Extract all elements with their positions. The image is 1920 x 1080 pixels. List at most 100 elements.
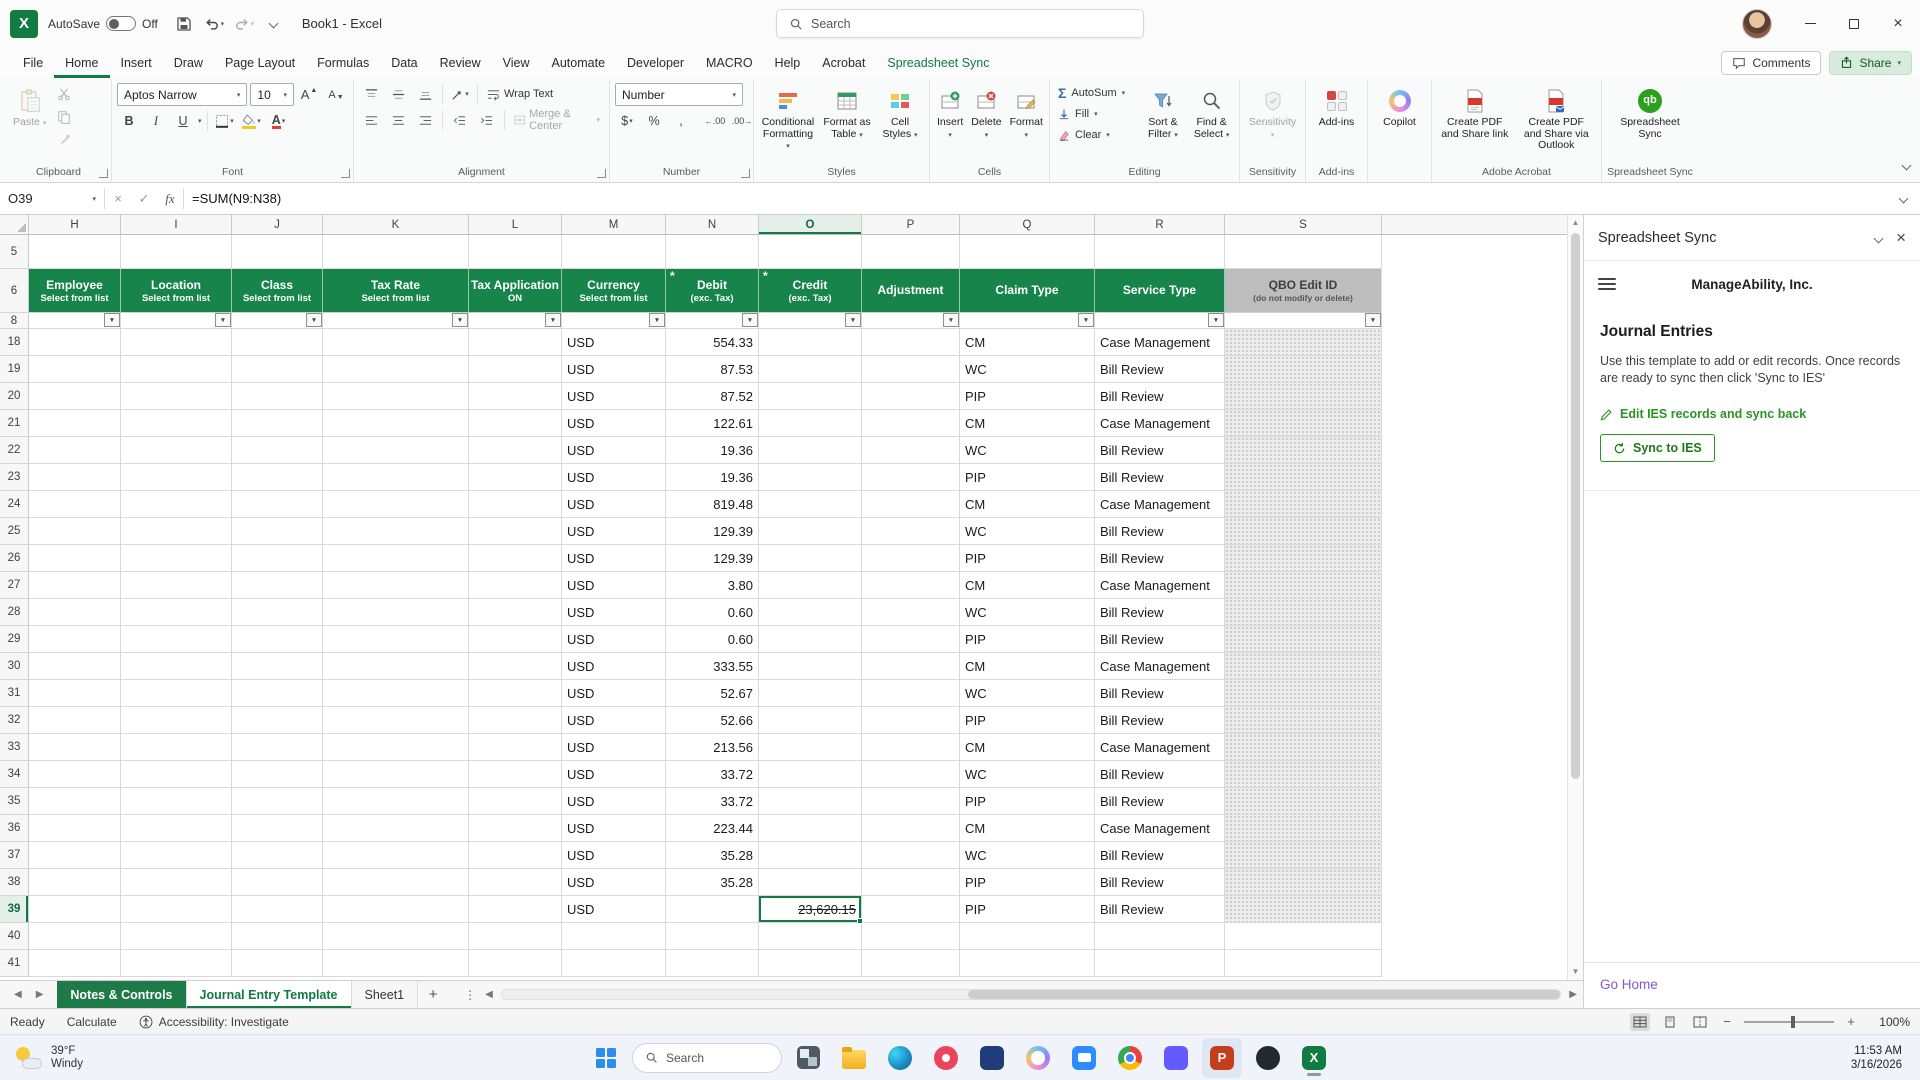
grid-cell[interactable]: WC xyxy=(960,599,1095,626)
grid-cell[interactable] xyxy=(469,680,562,707)
borders-button[interactable]: ▾ xyxy=(213,110,237,132)
grid-cell[interactable]: WC xyxy=(960,761,1095,788)
name-box[interactable]: O39 ▾ xyxy=(0,183,104,214)
grid-cell[interactable]: Case Management xyxy=(1095,572,1225,599)
enter-icon[interactable]: ✓ xyxy=(131,191,157,207)
grid-cell[interactable] xyxy=(121,788,232,815)
grid-cell[interactable] xyxy=(1225,383,1382,410)
grid-cell[interactable] xyxy=(1225,761,1382,788)
grid-cell[interactable]: ▼ xyxy=(960,313,1095,329)
filter-dropdown-button[interactable]: ▼ xyxy=(1208,313,1224,327)
grid-cell[interactable] xyxy=(960,235,1095,269)
filter-dropdown-button[interactable]: ▼ xyxy=(1365,313,1381,327)
grid-cell[interactable] xyxy=(323,815,469,842)
grid-cell[interactable] xyxy=(232,653,323,680)
column-header-S[interactable]: S xyxy=(1225,215,1382,235)
column-header-R[interactable]: R xyxy=(1095,215,1225,235)
grid-cell[interactable] xyxy=(469,842,562,869)
table-header-qbo-edit-id[interactable]: QBO Edit ID(do not modify or delete) xyxy=(1225,269,1382,313)
row-header-8[interactable]: 8 xyxy=(0,313,29,329)
grid-cell[interactable] xyxy=(666,235,759,269)
grid-cell[interactable]: USD xyxy=(562,599,666,626)
row-header-32[interactable]: 32 xyxy=(0,707,29,734)
grid-cell[interactable]: WC xyxy=(960,356,1095,383)
grid-cell[interactable] xyxy=(323,842,469,869)
cancel-icon[interactable]: × xyxy=(105,191,131,206)
grid-cell[interactable] xyxy=(232,869,323,896)
grid-cell[interactable] xyxy=(323,869,469,896)
grid-cell[interactable]: USD xyxy=(562,518,666,545)
close-button[interactable]: × xyxy=(1876,0,1920,47)
taskbar-icon-edge-browser[interactable] xyxy=(880,1038,920,1078)
font-color-button[interactable]: A▾ xyxy=(267,110,291,132)
grid-cell[interactable] xyxy=(121,491,232,518)
grid-cell[interactable] xyxy=(323,464,469,491)
grid-cell[interactable] xyxy=(759,626,862,653)
grid-cell[interactable] xyxy=(323,626,469,653)
grid-cell[interactable]: ▼ xyxy=(666,313,759,329)
ribbon-tab-draw[interactable]: Draw xyxy=(163,47,214,78)
undo-dropdown-icon[interactable]: ▾ xyxy=(221,20,225,28)
grid-cell[interactable] xyxy=(29,842,121,869)
grid-cell[interactable] xyxy=(759,491,862,518)
grid-cell[interactable] xyxy=(232,734,323,761)
grid-cell[interactable]: 87.52 xyxy=(666,383,759,410)
grid-cell[interactable] xyxy=(121,707,232,734)
taskbar-clock[interactable]: 11:53 AM 3/16/2026 xyxy=(1851,1044,1906,1072)
font-name-select[interactable]: Aptos Narrow▾ xyxy=(117,83,247,106)
page-layout-view-button[interactable] xyxy=(1660,1013,1680,1031)
sheet-tab-journal-entry-template[interactable]: Journal Entry Template xyxy=(187,981,352,1008)
grid-cell[interactable] xyxy=(862,235,960,269)
grid-cell[interactable] xyxy=(862,329,960,356)
align-left-button[interactable] xyxy=(359,109,383,131)
grid-cell[interactable]: USD xyxy=(562,626,666,653)
row-header-40[interactable]: 40 xyxy=(0,923,29,950)
grid-cell[interactable] xyxy=(29,950,121,977)
taskbar-icon-excel[interactable]: X xyxy=(1294,1038,1334,1078)
formula-bar-expand-icon[interactable] xyxy=(1886,195,1920,202)
grid-cell[interactable]: USD xyxy=(562,437,666,464)
vertical-scroll-thumb[interactable] xyxy=(1571,233,1580,779)
ribbon-tab-spreadsheet-sync[interactable]: Spreadsheet Sync xyxy=(876,47,1000,78)
grid-cell[interactable] xyxy=(759,923,862,950)
grid-cell[interactable]: Case Management xyxy=(1095,653,1225,680)
grid-cell[interactable]: USD xyxy=(562,896,666,923)
grid-cell[interactable] xyxy=(121,950,232,977)
filter-dropdown-button[interactable]: ▼ xyxy=(104,313,120,327)
taskbar-icon-task-view[interactable] xyxy=(788,1038,828,1078)
fill-button[interactable]: Fill▾ xyxy=(1055,104,1137,124)
grid-cell[interactable] xyxy=(759,572,862,599)
grid-cell[interactable]: Bill Review xyxy=(1095,626,1225,653)
ribbon-tab-page-layout[interactable]: Page Layout xyxy=(214,47,306,78)
ribbon-tab-view[interactable]: View xyxy=(492,47,541,78)
table-header-location[interactable]: LocationSelect from list xyxy=(121,269,232,313)
grid-cell[interactable] xyxy=(121,464,232,491)
grid-cell[interactable]: ▼ xyxy=(232,313,323,329)
ribbon-tab-home[interactable]: Home xyxy=(54,47,109,78)
grid-cell[interactable] xyxy=(759,518,862,545)
middle-align-button[interactable] xyxy=(386,83,410,105)
grid-cell[interactable] xyxy=(1095,950,1225,977)
normal-view-button[interactable] xyxy=(1630,1013,1650,1031)
grid-cell[interactable] xyxy=(29,545,121,572)
column-header-O[interactable]: O xyxy=(759,215,862,235)
row-header-21[interactable]: 21 xyxy=(0,410,29,437)
grid-cell[interactable] xyxy=(323,788,469,815)
grid-cell[interactable]: 19.36 xyxy=(666,437,759,464)
taskbar-icon-file-explorer[interactable] xyxy=(834,1038,874,1078)
table-header-employee[interactable]: EmployeeSelect from list xyxy=(29,269,121,313)
grid-cell[interactable] xyxy=(121,842,232,869)
grid-cell[interactable]: ▼ xyxy=(862,313,960,329)
grid-cell[interactable] xyxy=(323,410,469,437)
grid-cell[interactable] xyxy=(1225,235,1382,269)
grid-cell[interactable] xyxy=(759,410,862,437)
grid-cell[interactable] xyxy=(862,653,960,680)
grid-cell[interactable] xyxy=(469,356,562,383)
grid-cell[interactable] xyxy=(960,923,1095,950)
hscroll-left-icon[interactable]: ◀ xyxy=(485,989,493,1000)
row-header-34[interactable]: 34 xyxy=(0,761,29,788)
grid-cell[interactable] xyxy=(469,329,562,356)
grid-cell[interactable] xyxy=(121,572,232,599)
redo-dropdown-icon[interactable]: ▾ xyxy=(251,20,255,28)
start-button[interactable] xyxy=(586,1038,626,1078)
